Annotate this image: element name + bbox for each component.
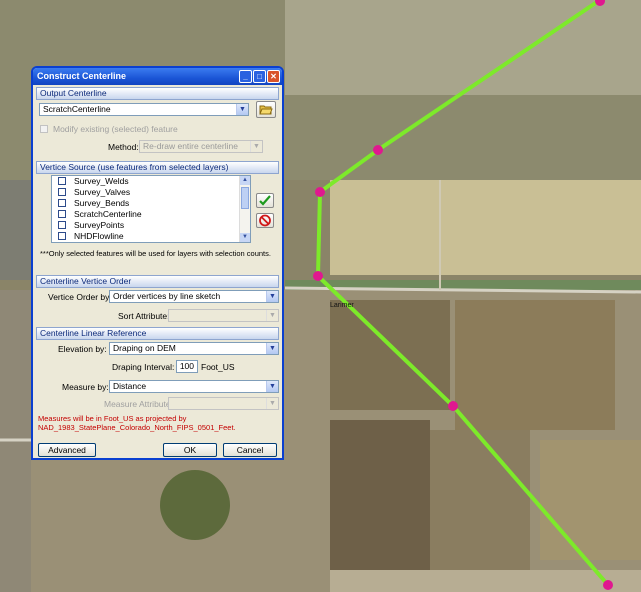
sort-attribute-label: Sort Attribute: [118,311,170,321]
open-folder-icon [259,105,273,115]
list-item[interactable]: Survey_Bends [52,198,250,209]
layer-name: NHDFlowline [74,231,124,241]
close-button[interactable]: ✕ [267,70,280,83]
output-centerline-section: Output Centerline ScratchCenterline ▼ Mo… [36,87,279,159]
measure-by-label: Measure by: [62,382,109,392]
measure-by-value: Distance [113,381,147,391]
list-item[interactable]: ScratchCenterline [52,209,250,220]
chevron-down-icon: ▼ [266,343,278,354]
vertex-marker[interactable] [448,401,458,411]
elevation-label: Elevation by: [58,344,107,354]
vertice-order-value: Order vertices by line sketch [113,291,221,301]
layer-checkbox[interactable] [58,210,66,218]
section-header: Centerline Vertice Order [36,275,279,288]
layer-name: Survey_Bends [74,198,130,208]
list-item[interactable]: NHDFlowline [52,231,250,242]
ok-button[interactable]: OK [163,443,217,457]
chevron-down-icon: ▼ [266,291,278,302]
vertice-order-section: Centerline Vertice Order Vertice Order b… [36,275,279,325]
clear-button[interactable] [256,213,274,228]
maximize-button[interactable]: □ [253,70,266,83]
method-label: Method: [108,142,139,152]
layer-checkbox[interactable] [58,177,66,185]
dialog-title: Construct Centerline [37,71,127,81]
vertex-marker[interactable] [373,145,383,155]
clear-cancel-icon [259,214,271,227]
vertice-order-combo[interactable]: Order vertices by line sketch ▼ [109,290,279,303]
scroll-down-icon[interactable]: ▼ [240,233,250,242]
measure-attribute-combo[interactable]: ▼ [168,397,279,410]
method-value: Re-draw entire centerline [143,141,238,151]
elevation-combo[interactable]: Draping on DEM ▼ [109,342,279,355]
map-place-label: Larimer [330,302,354,309]
maximize-icon: □ [257,72,262,81]
draping-interval-label: Draping Interval: [112,362,175,372]
linear-reference-section: Centerline Linear Reference Elevation by… [36,327,279,435]
measure-attribute-label: Measure Attribute: [104,399,173,409]
list-scrollbar[interactable]: ▲ ▼ [239,176,250,242]
scroll-thumb[interactable] [241,187,249,209]
road [284,286,641,294]
vertice-order-label: Vertice Order by: [48,292,112,302]
chevron-down-icon: ▼ [236,104,248,115]
chevron-down-icon: ▼ [266,381,278,392]
construct-centerline-dialog: Construct Centerline _ □ ✕ Output Center… [31,66,284,460]
section-header: Output Centerline [36,87,279,100]
list-item[interactable]: Survey_Valves [52,187,250,198]
layer-name: Survey_Valves [74,187,131,197]
layer-checkbox[interactable] [58,199,66,207]
browse-button[interactable] [256,101,276,118]
modify-existing-checkbox[interactable] [40,125,48,133]
vertice-source-section: Vertice Source (use features from select… [36,161,279,273]
list-item[interactable]: SurveyPoints [52,220,250,231]
draping-interval-unit: Foot_US [201,362,235,372]
apply-check-icon [259,195,271,206]
layer-checkbox[interactable] [58,232,66,240]
layer-list[interactable]: Survey_Welds Survey_Valves Survey_Bends … [51,175,251,243]
method-combo[interactable]: Re-draw entire centerline ▼ [139,140,263,153]
output-layer-value: ScratchCenterline [43,104,111,114]
sort-attribute-combo[interactable]: ▼ [168,309,279,322]
elevation-value: Draping on DEM [113,343,176,353]
minimize-icon: _ [243,72,248,81]
section-header: Centerline Linear Reference [36,327,279,340]
units-note-line-1: Measures will be in Foot_US as projected… [38,414,187,423]
chevron-down-icon: ▼ [250,141,262,152]
section-header: Vertice Source (use features from select… [36,161,279,174]
vertex-marker[interactable] [315,187,325,197]
layer-name: Survey_Welds [74,176,129,186]
output-layer-combo[interactable]: ScratchCenterline ▼ [39,103,249,116]
minimize-button[interactable]: _ [239,70,252,83]
cancel-button[interactable]: Cancel [223,443,277,457]
close-icon: ✕ [270,72,277,81]
vertex-marker[interactable] [603,580,613,590]
layer-name: SurveyPoints [74,220,125,230]
layer-name: ScratchCenterline [74,209,142,219]
advanced-button[interactable]: Advanced [38,443,96,457]
vertex-marker[interactable] [595,0,605,6]
layer-checkbox[interactable] [58,188,66,196]
modify-existing-label: Modify existing (selected) feature [53,124,178,134]
apply-button[interactable] [256,193,274,208]
chevron-down-icon: ▼ [266,310,278,321]
chevron-down-icon: ▼ [266,398,278,409]
layer-checkbox[interactable] [58,221,66,229]
scroll-up-icon[interactable]: ▲ [240,176,250,185]
measure-by-combo[interactable]: Distance ▼ [109,380,279,393]
draping-interval-input[interactable]: 100 [176,360,198,373]
vertex-marker[interactable] [313,271,323,281]
selection-note: ***Only selected features will be used f… [40,249,271,258]
units-note-line-2: NAD_1983_StatePlane_Colorado_North_FIPS_… [38,423,236,432]
list-item[interactable]: Survey_Welds [52,176,250,187]
dialog-titlebar[interactable]: Construct Centerline _ □ ✕ [33,68,282,85]
